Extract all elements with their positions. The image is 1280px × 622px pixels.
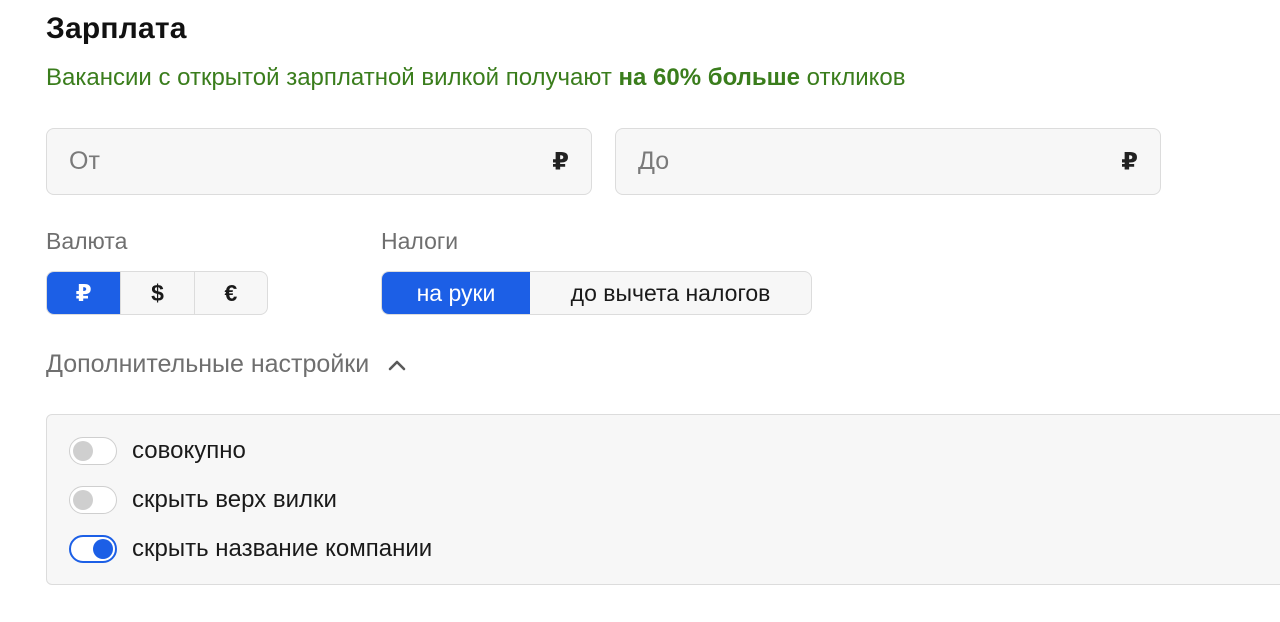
advanced-settings-panel: совокупно скрыть верх вилки скрыть назва… bbox=[46, 414, 1280, 585]
advanced-settings-toggle[interactable]: Дополнительные настройки bbox=[46, 350, 407, 379]
option-label: скрыть верх вилки bbox=[132, 486, 337, 513]
currency-option-usd[interactable]: $ bbox=[120, 272, 193, 314]
toggle-switch-hide-company-name[interactable] bbox=[69, 535, 117, 563]
salary-promo-text: Вакансии с открытой зарплатной вилкой по… bbox=[46, 64, 906, 92]
taxes-selector: на руки до вычета налогов bbox=[381, 271, 812, 315]
currency-option-rub[interactable]: ₽ bbox=[47, 272, 121, 314]
salary-section: Зарплата Вакансии с открытой зарплатной … bbox=[0, 0, 1280, 622]
switch-knob bbox=[73, 490, 93, 510]
switch-knob bbox=[93, 539, 113, 559]
switch-knob bbox=[73, 441, 93, 461]
currency-label: Валюта bbox=[46, 228, 128, 254]
taxes-option-net[interactable]: на руки bbox=[382, 272, 530, 314]
toggle-switch-hide-top-range[interactable] bbox=[69, 486, 117, 514]
salary-to-field[interactable]: ₽ bbox=[615, 128, 1161, 195]
ruble-icon: ₽ bbox=[552, 148, 569, 175]
promo-highlight: на 60% больше bbox=[618, 64, 800, 91]
option-label: скрыть название компании bbox=[132, 535, 433, 562]
salary-to-input[interactable] bbox=[616, 129, 1160, 194]
option-label: совокупно bbox=[132, 437, 246, 464]
toggle-switch-total[interactable] bbox=[69, 437, 117, 465]
ruble-icon: ₽ bbox=[1121, 148, 1138, 175]
taxes-label: Налоги bbox=[381, 228, 459, 254]
option-hide-top-range[interactable]: скрыть верх вилки bbox=[69, 486, 337, 514]
chevron-up-icon bbox=[388, 360, 406, 370]
currency-option-eur[interactable]: € bbox=[193, 272, 267, 314]
section-title: Зарплата bbox=[46, 12, 187, 45]
promo-suffix: откликов bbox=[799, 64, 906, 91]
option-hide-company-name[interactable]: скрыть название компании bbox=[69, 535, 432, 563]
promo-prefix: Вакансии с открытой зарплатной вилкой по… bbox=[46, 64, 619, 91]
advanced-settings-label: Дополнительные настройки bbox=[46, 350, 370, 378]
salary-from-input[interactable] bbox=[47, 129, 591, 194]
option-total[interactable]: совокупно bbox=[69, 437, 246, 465]
currency-selector: ₽ $ € bbox=[46, 271, 268, 315]
salary-from-field[interactable]: ₽ bbox=[46, 128, 592, 195]
taxes-option-gross[interactable]: до вычета налогов bbox=[530, 272, 811, 314]
